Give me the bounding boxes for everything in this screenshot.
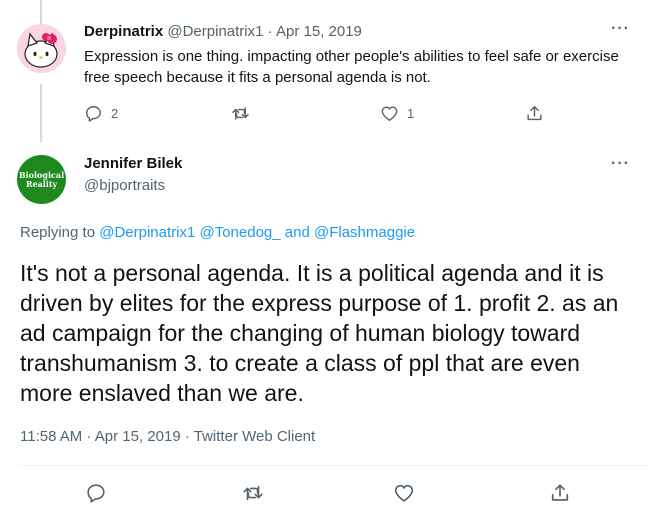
tweet-text: Expression is one thing. impacting other… — [84, 48, 619, 86]
share-button[interactable] — [525, 104, 544, 123]
share-button[interactable] — [549, 482, 571, 509]
reply-count: 2 — [111, 106, 119, 121]
author-name[interactable]: Jennifer Bilek — [84, 155, 182, 172]
reply-icon — [86, 106, 101, 122]
mention-link[interactable]: @Flashmaggie — [314, 224, 415, 241]
separator: · — [86, 428, 92, 445]
more-icon[interactable]: ··· — [611, 155, 630, 173]
tweet-time[interactable]: 11:58 AM — [20, 428, 82, 445]
share-icon — [527, 106, 542, 121]
hello-kitty-avatar-icon — [17, 24, 66, 73]
tweet-actions: 2 1 — [84, 104, 554, 128]
reply-button[interactable] — [85, 482, 107, 509]
reply-button[interactable]: 2 — [84, 104, 118, 123]
retweet-button[interactable] — [231, 104, 258, 123]
thread-line-connector — [40, 84, 42, 142]
divider — [20, 465, 648, 466]
separator: · — [184, 428, 190, 445]
reply-icon — [87, 484, 105, 503]
mention-link[interactable]: @Tonedog_ — [199, 224, 280, 241]
like-count: 1 — [407, 106, 415, 121]
mention-link[interactable]: @Derpinatrix1 — [99, 224, 195, 241]
tweet-text: It's not a personal agenda. It is a poli… — [20, 260, 619, 406]
thread-line-top — [40, 0, 42, 24]
share-icon — [551, 484, 569, 501]
author-handle[interactable]: @Derpinatrix1 — [167, 23, 263, 40]
avatar[interactable] — [17, 24, 66, 73]
author-handle[interactable]: @bjportraits — [84, 177, 165, 194]
tweet-meta: 11:58 AM · Apr 15, 2019 · Twitter Web Cl… — [20, 428, 315, 445]
like-button[interactable]: 1 — [380, 104, 414, 123]
replying-prefix: Replying to — [20, 224, 96, 241]
tweet-header: Derpinatrix @Derpinatrix1 · Apr 15, 2019 — [84, 23, 362, 40]
tweet-client[interactable]: Twitter Web Client — [194, 428, 315, 445]
tweet-date[interactable]: Apr 15, 2019 — [276, 23, 362, 40]
retweet-icon — [243, 485, 263, 501]
like-icon — [381, 106, 398, 121]
avatar-text-reality: Reality — [25, 178, 58, 189]
avatar[interactable]: Biological Reality — [17, 155, 66, 204]
replying-and[interactable]: and — [285, 224, 310, 241]
more-icon[interactable]: ··· — [611, 20, 630, 38]
separator: · — [267, 23, 273, 40]
tweet-actions — [0, 482, 648, 506]
author-name[interactable]: Derpinatrix — [84, 23, 163, 40]
replying-to: Replying to @Derpinatrix1 @Tonedog_ and … — [20, 224, 415, 241]
tweet-date[interactable]: Apr 15, 2019 — [95, 428, 181, 445]
retweet-icon — [232, 107, 249, 120]
like-button[interactable] — [393, 482, 415, 509]
retweet-button[interactable] — [242, 482, 264, 509]
like-icon — [394, 484, 414, 502]
